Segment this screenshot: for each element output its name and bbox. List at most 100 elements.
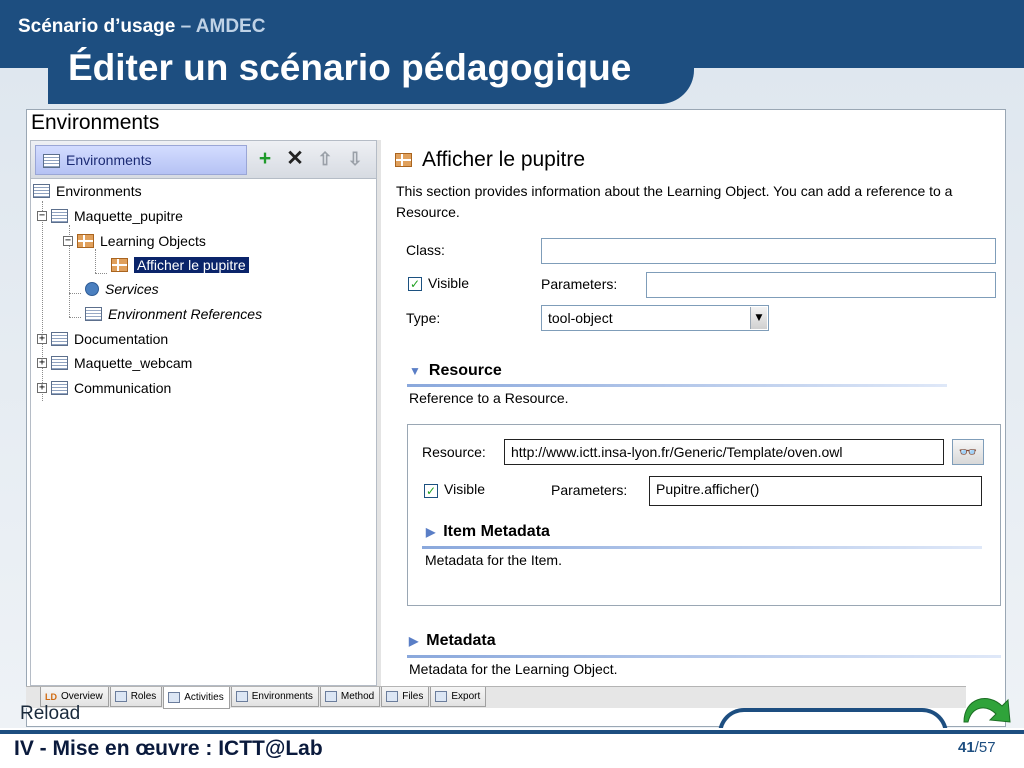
tree-item-label: Afficher le pupitre [134, 257, 249, 273]
learning-object-icon [395, 153, 412, 167]
learning-object-icon [111, 258, 128, 272]
resource-description: Reference to a Resource. [409, 390, 569, 406]
resource-parameters-label: Parameters: [551, 482, 628, 498]
browse-binoculars-button[interactable]: 👓 [952, 439, 984, 465]
tree-item-label: Communication [74, 380, 172, 396]
resource-visible-checkbox[interactable]: ✓ [424, 484, 438, 498]
tree-item-maquette-webcam[interactable]: + Maquette_webcam [37, 352, 192, 374]
environment-icon [51, 381, 68, 395]
resource-input[interactable]: http://www.ictt.insa-lyon.fr/Generic/Tem… [504, 439, 944, 465]
footer-line [0, 730, 1024, 734]
tree-item-documentation[interactable]: + Documentation [37, 328, 168, 350]
expand-triangle-icon: ▶ [426, 525, 436, 539]
type-select-value: tool-object [548, 310, 613, 326]
tab-activities[interactable]: Activities [163, 687, 230, 709]
environments-icon [33, 184, 50, 198]
environment-references-icon [85, 307, 102, 321]
details-description: This section provides information about … [396, 181, 952, 223]
tree-item-environment-references[interactable]: Environment References [85, 303, 262, 325]
tab-label: Method [340, 691, 375, 702]
visible-checkbox[interactable]: ✓ [408, 277, 422, 291]
description-line: Resource. [396, 204, 460, 220]
metadata-section-header[interactable]: ▶ Metadata [409, 632, 496, 650]
tab-export[interactable]: Export [430, 687, 487, 707]
tree-item-label: Learning Objects [100, 233, 206, 249]
page-current: 41 [958, 739, 975, 756]
export-icon [435, 691, 448, 702]
tab-label: Export [451, 691, 481, 702]
tree-item-label: Maquette_pupitre [74, 208, 183, 224]
section-divider [407, 655, 1001, 658]
tree-item-maquette-pupitre[interactable]: − Maquette_pupitre [37, 205, 183, 227]
type-label: Type: [406, 310, 441, 326]
parameters-label: Parameters: [541, 276, 618, 292]
resource-section-header[interactable]: ▼ Resource [409, 362, 502, 380]
tree-item-services[interactable]: Services [85, 278, 159, 300]
item-metadata-description: Metadata for the Item. [425, 552, 562, 568]
tree-item-label: Environment References [108, 306, 263, 322]
tab-method[interactable]: Method [319, 687, 381, 707]
footer-title: IV - Mise en œuvre : ICTT@Lab [14, 737, 323, 760]
resource-visible-label: Visible [444, 481, 485, 497]
expand-icon[interactable]: + [37, 358, 47, 368]
page-total: /57 [974, 739, 996, 756]
environment-icon [51, 209, 68, 223]
editor-window: Environments Environments + ✕ ⇧ ⇩ Enviro… [26, 109, 1006, 727]
type-select[interactable]: tool-object [541, 305, 769, 331]
delete-button[interactable]: ✕ [283, 146, 307, 172]
move-up-button[interactable]: ⇧ [313, 146, 337, 172]
tree-item-label: Maquette_webcam [74, 355, 193, 371]
slide-subtitle: Scénario d’usage – AMDEC [18, 16, 266, 37]
parameters-input[interactable] [646, 272, 996, 298]
resource-parameters-input[interactable]: Pupitre.afficher() [649, 476, 982, 506]
expand-icon[interactable]: + [37, 383, 47, 393]
environment-icon [51, 332, 68, 346]
metadata-description: Metadata for the Learning Object. [409, 661, 618, 677]
tree-connector [69, 293, 81, 294]
section-title: Metadata [426, 632, 496, 649]
class-label: Class: [406, 242, 445, 258]
tree-connector [95, 273, 107, 274]
binoculars-icon: 👓 [958, 443, 978, 461]
tree-item-label: Services [105, 281, 159, 297]
tab-environments[interactable]: Environments [35, 145, 247, 175]
resource-label: Resource: [422, 444, 486, 460]
item-metadata-header[interactable]: ▶ Item Metadata [426, 523, 550, 541]
tab-label: Environments [251, 691, 313, 702]
tree-item-root[interactable]: Environments [33, 180, 142, 202]
section-title: Item Metadata [443, 523, 550, 540]
files-icon [386, 691, 399, 702]
section-divider [407, 384, 947, 387]
page-title: Éditer un scénario pédagogique [68, 47, 632, 88]
visible-label: Visible [428, 275, 469, 291]
environments-pane: Environments + ✕ ⇧ ⇩ Environments − Maqu… [30, 140, 377, 686]
tree-toolbar: Environments + ✕ ⇧ ⇩ [31, 141, 376, 179]
tab-files[interactable]: Files [381, 687, 430, 707]
collapse-icon[interactable]: − [37, 211, 47, 221]
expand-icon[interactable]: + [37, 334, 47, 344]
collapse-icon[interactable]: − [63, 236, 73, 246]
tab-roles[interactable]: Roles [109, 687, 163, 707]
tree-item-afficher-le-pupitre[interactable]: Afficher le pupitre [111, 254, 249, 276]
page-number: 41/57 [958, 739, 996, 756]
tab-label: Activities [184, 692, 224, 703]
next-slide-arrow-icon[interactable] [958, 688, 1016, 728]
tree-item-communication[interactable]: + Communication [37, 377, 171, 399]
collapse-triangle-icon: ▼ [409, 364, 421, 378]
tab-environments-bottom[interactable]: Environments [230, 687, 319, 707]
tab-label: Overview [61, 691, 103, 702]
add-button[interactable]: + [253, 146, 277, 172]
learning-objects-icon [77, 234, 94, 248]
method-icon [324, 691, 337, 702]
window-title: Environments [31, 111, 160, 134]
class-input[interactable] [541, 238, 996, 264]
tree-connector [95, 249, 96, 273]
tree-item-learning-objects[interactable]: − Learning Objects [63, 230, 206, 252]
move-down-button[interactable]: ⇩ [343, 146, 367, 172]
reload-label: Reload [20, 703, 81, 724]
dropdown-arrow-icon[interactable]: ▼ [750, 307, 767, 329]
description-line: This section provides information about … [396, 183, 953, 199]
resource-panel: Resource: http://www.ictt.insa-lyon.fr/G… [407, 424, 1001, 606]
tree-item-label: Environments [56, 183, 142, 199]
tree-connector [69, 317, 81, 318]
